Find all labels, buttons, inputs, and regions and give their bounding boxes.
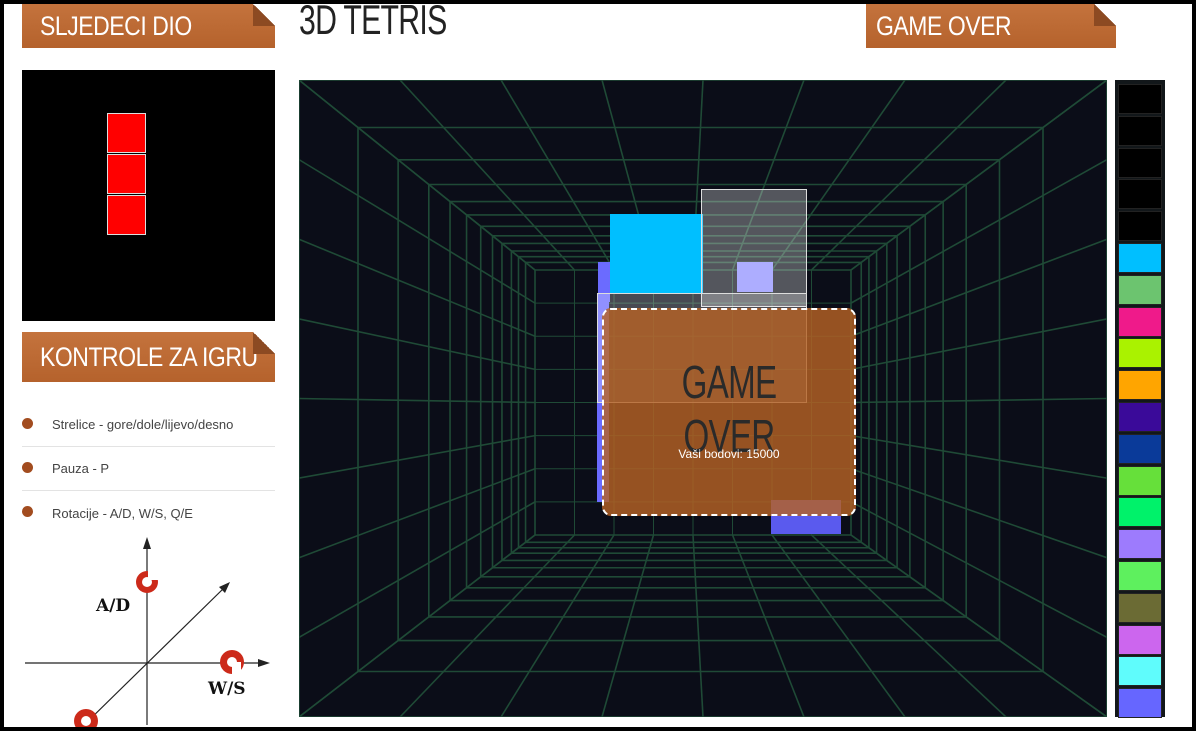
controls-banner: KONTROLE ZA IGRU: [22, 332, 275, 382]
grid-line: [299, 238, 536, 337]
grid-line: [399, 80, 576, 271]
control-label: Rotacije - A/D, W/S, Q/E: [52, 505, 193, 521]
banner-fold: [1094, 4, 1116, 26]
color-swatch: [1118, 306, 1162, 337]
color-palette: [1115, 80, 1165, 719]
rotation-diagram: A/D W/S: [25, 537, 270, 727]
y-arrow-icon: [143, 537, 151, 549]
color-swatch: [1118, 465, 1162, 496]
rotate-ws-icon: [220, 650, 244, 674]
grid-line: [850, 397, 1107, 404]
next-piece-block: [107, 195, 146, 235]
list-item: Strelice - gore/dole/lijevo/desno: [22, 403, 275, 447]
color-swatch: [1118, 497, 1162, 528]
color-swatch: [1118, 688, 1162, 719]
page: SLJEDECI DIO 3D TETRIS GAME OVER KONTROL…: [0, 0, 1196, 731]
color-swatch: [1118, 592, 1162, 623]
rotate-qe-icon: [74, 709, 98, 727]
bullet-icon: [22, 506, 33, 517]
x-arrow-icon: [258, 659, 270, 667]
grid-line: [692, 534, 704, 717]
color-swatch: [1118, 656, 1162, 687]
controls-heading: KONTROLE ZA IGRU: [40, 341, 258, 372]
grid-line: [601, 534, 655, 717]
color-swatch: [1118, 179, 1162, 210]
color-swatch: [1118, 370, 1162, 401]
grid-line: [299, 434, 536, 479]
game-over-dialog: GAME OVER Vaši bodovi: 15000: [602, 308, 856, 516]
grid-line: [810, 534, 1007, 717]
banner-fold: [253, 4, 275, 26]
banner-fold: [253, 332, 275, 354]
grid-line: [299, 534, 536, 717]
label-ad: A/D: [95, 596, 130, 616]
grid-line: [850, 158, 1107, 304]
grid-line: [850, 80, 1107, 271]
color-swatch: [1118, 529, 1162, 560]
color-swatch: [1118, 242, 1162, 273]
next-piece-block: [107, 154, 146, 194]
color-swatch: [1118, 147, 1162, 178]
grid-line: [850, 467, 1107, 559]
grid-line: [850, 318, 1107, 371]
game-status-banner: GAME OVER: [866, 4, 1116, 48]
control-label: Pauza - P: [52, 461, 110, 476]
game-board: GAME OVER Vaši bodovi: 15000: [299, 80, 1107, 717]
grid-line: [299, 158, 536, 304]
block-cyan: [610, 214, 703, 294]
grid-line: [399, 534, 576, 717]
bullet-icon: [22, 462, 33, 473]
controls-list: Strelice - gore/dole/lijevo/desno Pauza …: [22, 403, 275, 535]
rotate-ad-icon: [136, 571, 160, 593]
next-piece-preview: [22, 70, 275, 321]
game-status: GAME OVER: [876, 10, 1012, 41]
next-piece-banner: SLJEDECI DIO: [22, 4, 275, 48]
color-swatch: [1118, 433, 1162, 464]
grid-line: [500, 534, 615, 717]
color-swatch: [1118, 338, 1162, 369]
grid-line: [810, 80, 1007, 271]
control-label: Strelice - gore/dole/lijevo/desno: [52, 417, 234, 432]
grid-line: [731, 534, 805, 717]
grid-line: [299, 397, 536, 404]
color-swatch: [1118, 84, 1162, 114]
color-swatch: [1118, 560, 1162, 591]
grid-line: [850, 238, 1107, 337]
list-item: Pauza - P: [22, 447, 275, 491]
color-swatch: [1118, 274, 1162, 305]
grid-line: [500, 80, 615, 271]
list-item: Rotacije - A/D, W/S, Q/E: [22, 491, 275, 535]
color-swatch: [1118, 211, 1162, 242]
grid-line: [850, 534, 1107, 717]
game-title: 3D TETRIS: [299, 0, 447, 43]
score-text: Vaši bodovi: 15000: [678, 447, 780, 461]
color-swatch: [1118, 401, 1162, 432]
grid-line: [771, 534, 906, 717]
next-piece-heading: SLJEDECI DIO: [40, 10, 192, 41]
grid-line: [299, 468, 536, 559]
grid-line: [850, 434, 1107, 479]
label-ws: W/S: [207, 679, 246, 699]
grid-line: [299, 80, 536, 271]
color-swatch: [1118, 624, 1162, 655]
next-piece-block: [107, 113, 146, 153]
ghost-piece: [701, 189, 807, 307]
bullet-icon: [22, 418, 33, 429]
color-swatch: [1118, 115, 1162, 146]
grid-line: [299, 318, 536, 371]
